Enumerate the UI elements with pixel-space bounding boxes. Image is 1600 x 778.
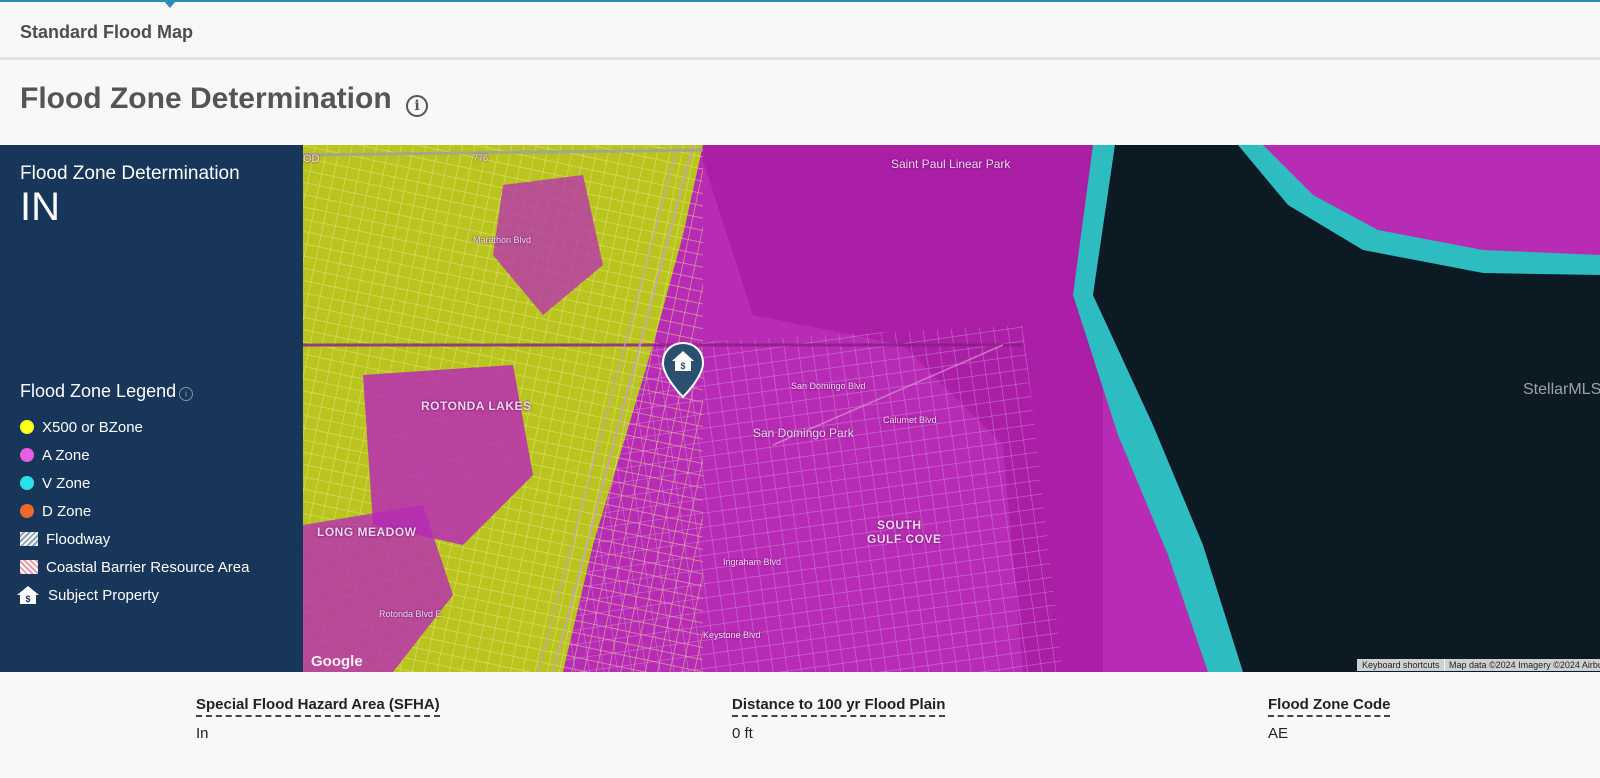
legend-item-floodway: Floodway	[20, 528, 110, 550]
legend-label: X500 or BZone	[42, 418, 143, 436]
map-label-marathon-blvd: Marathon Blvd	[473, 235, 532, 245]
map-label-keystone-blvd: Keystone Blvd	[703, 630, 761, 640]
distance-label[interactable]: Distance to 100 yr Flood Plain	[732, 696, 946, 717]
map-label-ingraham-blvd: Ingraham Blvd	[723, 557, 782, 567]
orange-dot-icon	[20, 504, 34, 518]
active-tab-indicator	[164, 1, 176, 8]
cyan-dot-icon	[20, 476, 34, 490]
flood-map[interactable]: $ Saint Paul Linear Park ROTONDA LAKES L…	[303, 145, 1600, 672]
legend-info-icon[interactable]: i	[179, 387, 193, 401]
info-icon[interactable]: i	[406, 95, 428, 117]
legend-label: A Zone	[42, 446, 90, 464]
legend-label: D Zone	[42, 502, 92, 520]
legend-label: V Zone	[42, 474, 91, 492]
legend-item-x500: X500 or BZone	[20, 416, 143, 438]
determination-value: IN	[20, 185, 60, 229]
distance-value: 0 ft	[732, 725, 753, 742]
legend-item-coastal-barrier: Coastal Barrier Resource Area	[20, 556, 249, 578]
tab-standard-flood-map[interactable]: Standard Flood Map	[20, 22, 193, 43]
map-label-long-meadow: LONG MEADOW	[317, 525, 417, 539]
sfha-value: In	[196, 725, 209, 742]
sfha-label[interactable]: Special Flood Hazard Area (SFHA)	[196, 696, 440, 717]
zone-code-value: AE	[1268, 725, 1289, 742]
legend-label: Subject Property	[48, 586, 159, 604]
flood-stats-footer: Special Flood Hazard Area (SFHA) In Dist…	[0, 672, 1600, 778]
street-grid	[563, 325, 1063, 672]
map-label-saint-paul: Saint Paul Linear Park	[891, 157, 1011, 171]
stat-zone-code: Flood Zone Code AE	[1268, 696, 1391, 742]
magenta-dot-icon	[20, 448, 34, 462]
house-icon: $	[17, 586, 39, 604]
legend-item-v-zone: V Zone	[20, 472, 90, 494]
stellar-mls-watermark: StellarMLS	[1523, 381, 1600, 398]
page-header: Flood Zone Determination	[0, 60, 1600, 145]
map-label-route-776: 776	[473, 153, 489, 163]
flood-zone-panel: Flood Zone Determination IN Flood Zone L…	[0, 145, 303, 672]
map-label-san-domingo-park: San Domingo Park	[753, 426, 854, 440]
map-label-calumet-blvd: Calumet Blvd	[883, 415, 937, 425]
legend-item-subject-property: $ Subject Property	[16, 584, 159, 606]
svg-text:$: $	[680, 361, 685, 371]
legend-label: Floodway	[46, 530, 111, 548]
map-label-rotonda-blvd-e: Rotonda Blvd E	[379, 609, 442, 619]
google-logo: Google	[311, 653, 363, 670]
yellow-dot-icon	[20, 420, 34, 434]
crosshatch-pattern-icon	[20, 560, 38, 574]
hatch-pattern-icon	[20, 532, 38, 546]
determination-label: Flood Zone Determination	[20, 163, 240, 184]
page-title: Flood Zone Determination	[20, 82, 392, 115]
keyboard-shortcuts-link[interactable]: Keyboard shortcuts	[1357, 659, 1445, 671]
legend-item-d-zone: D Zone	[20, 500, 91, 522]
map-label-gulf-cove: GULF COVE	[867, 532, 942, 546]
tab-bar: Standard Flood Map	[0, 2, 1600, 60]
zone-code-label[interactable]: Flood Zone Code	[1268, 696, 1391, 717]
legend-title: Flood Zone Legend	[20, 381, 177, 401]
map-data-attribution[interactable]: Map data ©2024 Imagery ©2024 Airbus,	[1444, 659, 1600, 671]
map-label-south: SOUTH	[877, 518, 922, 532]
map-label-san-domingo-blvd: San Domingo Blvd	[791, 381, 866, 391]
legend-item-a-zone: A Zone	[20, 444, 90, 466]
stat-distance: Distance to 100 yr Flood Plain 0 ft	[732, 696, 946, 742]
subject-property-marker[interactable]: $	[661, 341, 705, 399]
svg-text:$: $	[25, 594, 30, 604]
map-label-od: OD	[303, 153, 320, 165]
stat-sfha: Special Flood Hazard Area (SFHA) In	[196, 696, 440, 742]
legend-label: Coastal Barrier Resource Area	[46, 558, 250, 576]
map-label-rotonda-lakes: ROTONDA LAKES	[421, 399, 532, 413]
